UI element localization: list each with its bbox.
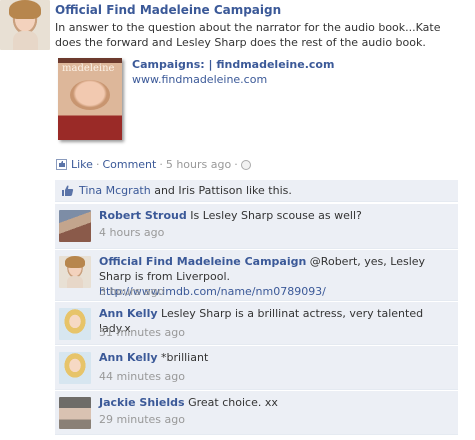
comment-timestamp[interactable]: 3 hours ago: [99, 285, 164, 298]
comment-text: Is Lesley Sharp scouse as well?: [186, 209, 362, 222]
liker-name-link[interactable]: Tina Mcgrath: [79, 184, 151, 197]
comment-link[interactable]: Comment: [102, 158, 156, 171]
post-author-avatar[interactable]: [0, 0, 50, 50]
like-link[interactable]: Like: [71, 158, 93, 171]
separator-dot: ·: [95, 158, 100, 171]
book-cover-image[interactable]: madeleine: [58, 58, 122, 140]
comment-timestamp[interactable]: 4 hours ago: [99, 226, 164, 239]
comment-timestamp[interactable]: 51 minutes ago: [99, 326, 185, 339]
commenter-avatar[interactable]: [59, 210, 91, 242]
commenter-name-link[interactable]: Ann Kelly: [99, 307, 158, 320]
commenter-name-link[interactable]: Jackie Shields: [99, 396, 185, 409]
post-author-name[interactable]: Official Find Madeleine Campaign: [55, 3, 281, 17]
post-actions: Like · Comment · 5 hours ago ·: [56, 158, 251, 171]
commenter-name-link[interactable]: Ann Kelly: [99, 351, 158, 364]
comment-item: Jackie Shields Great choice. xx 29 minut…: [55, 390, 458, 435]
attachment-url-link[interactable]: www.findmadeleine.com: [132, 73, 267, 86]
likes-text: Tina Mcgrath and Iris Pattison like this…: [79, 184, 292, 197]
comment-item: Ann Kelly Lesley Sharp is a brillinat ac…: [55, 301, 458, 345]
commenter-avatar[interactable]: [59, 397, 91, 429]
likes-summary: Tina Mcgrath and Iris Pattison like this…: [55, 180, 458, 202]
post-text: In answer to the question about the narr…: [55, 21, 441, 49]
like-share-icon: [56, 159, 67, 170]
commenter-avatar[interactable]: [59, 256, 91, 288]
commenter-name-link[interactable]: Official Find Madeleine Campaign: [99, 255, 306, 268]
comment-body: Jackie Shields Great choice. xx: [99, 395, 449, 410]
comment-text: *brilliant: [157, 351, 209, 364]
commenter-avatar[interactable]: [59, 352, 91, 384]
book-cover-title: madeleine: [62, 63, 115, 74]
comment-body: Ann Kelly *brilliant: [99, 350, 449, 365]
commenter-avatar[interactable]: [59, 308, 91, 340]
book-cover-face: [70, 80, 110, 110]
separator-dot: ·: [234, 158, 238, 171]
globe-icon: [240, 159, 251, 170]
separator-dot: ·: [159, 158, 163, 171]
comment-body: Robert Stroud Is Lesley Sharp scouse as …: [99, 208, 449, 223]
comment-item: Robert Stroud Is Lesley Sharp scouse as …: [55, 203, 458, 249]
comment-timestamp[interactable]: 29 minutes ago: [99, 413, 185, 426]
post-timestamp[interactable]: 5 hours ago: [166, 158, 231, 171]
comment-item: Official Find Madeleine Campaign @Robert…: [55, 249, 458, 301]
thumbs-up-icon: [61, 184, 74, 197]
commenter-name-link[interactable]: Robert Stroud: [99, 209, 187, 222]
comment-text: Great choice. xx: [184, 396, 278, 409]
attachment-title-link[interactable]: Campaigns: | findmadeleine.com: [132, 58, 334, 71]
likes-rest-text: and Iris Pattison like this.: [150, 184, 292, 197]
comment-item: Ann Kelly *brilliant 44 minutes ago: [55, 345, 458, 390]
comment-timestamp[interactable]: 44 minutes ago: [99, 370, 185, 383]
